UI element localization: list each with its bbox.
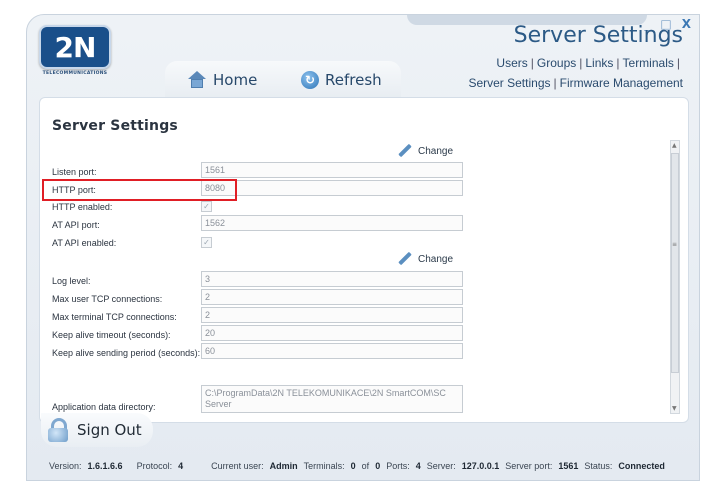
change-button-network[interactable]: Change (398, 144, 453, 158)
settings-panel: Server Settings Change Listen port: 1561… (39, 97, 689, 423)
brand-subtitle: TELECOMMUNICATIONS (42, 71, 108, 76)
listen-port-field[interactable]: 1561 (201, 162, 463, 178)
pencil-icon (398, 144, 412, 158)
refresh-label: Refresh (325, 71, 382, 89)
server-port-label: Server port: (505, 461, 553, 471)
sign-out-button[interactable]: Sign Out (41, 413, 153, 447)
panel-title: Server Settings (52, 118, 178, 134)
server-label: Server: (426, 461, 456, 471)
terminals-total: 0 (375, 461, 381, 471)
ports-value: 4 (415, 461, 421, 471)
protocol-value: 4 (178, 461, 184, 471)
terminals-label: Terminals: (303, 461, 345, 471)
server-port-value: 1561 (558, 461, 579, 471)
http-enabled-label: HTTP enabled: (52, 202, 113, 212)
page-title: Server Settings (513, 23, 683, 48)
ports-label: Ports: (386, 461, 410, 471)
log-level-field[interactable]: 3 (201, 271, 463, 287)
connection-status-label: Status: (584, 461, 613, 471)
max-terminal-tcp-field[interactable]: 2 (201, 307, 463, 323)
current-user-value: Admin (269, 461, 298, 471)
nav-link-terminals[interactable]: Terminals (623, 56, 674, 70)
server-value: 127.0.0.1 (461, 461, 500, 471)
http-port-field[interactable]: 8080 (201, 180, 463, 196)
at-api-port-field[interactable]: 1562 (201, 215, 463, 231)
app-window: _ □ X 2N TELECOMMUNICATIONS Server Setti… (26, 14, 700, 481)
terminals-of: of (361, 461, 370, 471)
scroll-down-icon[interactable]: ▼ (672, 405, 677, 412)
nav-link-groups[interactable]: Groups (537, 56, 576, 70)
change-button-server[interactable]: Change (398, 252, 453, 266)
scroll-thumb[interactable] (671, 153, 679, 373)
scroll-grip-icon: ≡ (672, 241, 678, 248)
nav-link-firmware-management[interactable]: Firmware Management (560, 76, 683, 90)
keep-alive-timeout-label: Keep alive timeout (seconds): (52, 330, 171, 340)
home-label: Home (213, 71, 258, 89)
connection-status-value: Connected (618, 461, 665, 471)
max-user-tcp-field[interactable]: 2 (201, 289, 463, 305)
log-level-label: Log level: (52, 276, 91, 286)
max-user-tcp-label: Max user TCP connections: (52, 294, 163, 304)
home-button[interactable]: Home (187, 71, 257, 89)
status-bar: Version: 1.6.1.6.6 Protocol: 4 Current u… (27, 455, 699, 477)
main-navbar: Home ↻ Refresh (165, 61, 401, 97)
refresh-button[interactable]: ↻ Refresh (301, 71, 382, 89)
brand-logo: 2N (39, 25, 111, 69)
nav-link-users[interactable]: Users (496, 56, 527, 70)
listen-port-label: Listen port: (52, 167, 97, 177)
close-button[interactable]: X (682, 17, 691, 31)
keep-alive-period-field[interactable]: 60 (201, 343, 463, 359)
pencil-icon (398, 252, 412, 266)
keep-alive-period-label: Keep alive sending period (seconds): (52, 348, 201, 358)
max-terminal-tcp-label: Max terminal TCP connections: (52, 312, 177, 322)
version-value: 1.6.1.6.6 (87, 461, 123, 471)
app-data-dir-label: Application data directory: (52, 402, 156, 412)
refresh-icon: ↻ (301, 71, 319, 89)
current-user-label: Current user: (211, 461, 264, 471)
lock-icon (47, 418, 69, 442)
home-icon (187, 71, 207, 89)
nav-link-links[interactable]: Links (585, 56, 613, 70)
app-data-dir-field[interactable]: C:\ProgramData\2N TELEKOMUNIKACE\2N Smar… (201, 385, 463, 413)
at-api-port-label: AT API port: (52, 220, 100, 230)
top-navigation: Users | Groups | Links | Terminals | Server Set… (468, 56, 683, 90)
highlight-box (42, 179, 237, 201)
keep-alive-timeout-field[interactable]: 20 (201, 325, 463, 341)
http-enabled-checkbox[interactable]: ✓ (201, 201, 212, 212)
sign-out-label: Sign Out (77, 421, 142, 439)
version-label: Version: (49, 461, 82, 471)
protocol-label: Protocol: (136, 461, 173, 471)
terminals-value: 0 (350, 461, 356, 471)
nav-link-server-settings[interactable]: Server Settings (468, 76, 550, 90)
vertical-scrollbar[interactable]: ▲ ≡ ▼ (670, 140, 680, 414)
at-api-enabled-label: AT API enabled: (52, 238, 117, 248)
scroll-up-icon[interactable]: ▲ (672, 142, 677, 149)
at-api-enabled-checkbox[interactable]: ✓ (201, 237, 212, 248)
